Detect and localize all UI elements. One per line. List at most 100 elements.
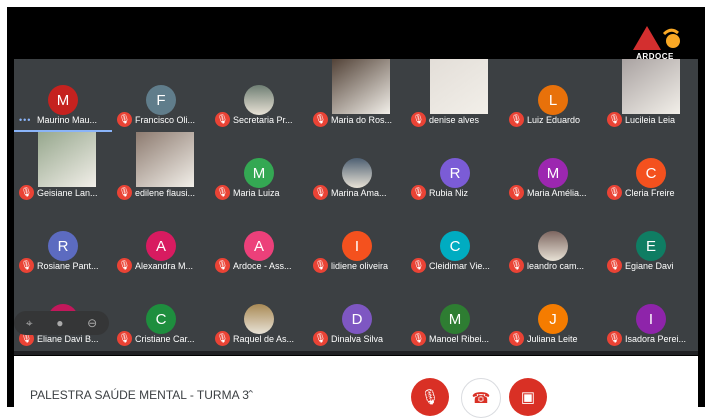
participant-avatar: J [538, 304, 568, 334]
participant-tile[interactable]: C 🎙 Cleidimar Vie... [406, 205, 504, 278]
participant-avatar: M [244, 158, 274, 188]
participant-tile[interactable]: 🎙 Raquel de As... [210, 278, 308, 351]
participant-tile[interactable]: C 🎙 Cristiane Car... [112, 278, 210, 351]
participant-name: Dinalva Silva [331, 334, 384, 344]
participant-tile[interactable]: 🎙 Marina Ama... [308, 132, 406, 205]
participant-tile[interactable]: J 🎙 Juliana Leite [504, 278, 602, 351]
participant-tile[interactable]: 🎙 Secretaria Pr... [210, 59, 308, 132]
participant-tile[interactable]: A 🎙 Ardoce - Ass... [210, 205, 308, 278]
muted-microphone-icon: 🎙 [411, 185, 426, 200]
participant-avatar: M [538, 158, 568, 188]
participant-name: Rubia Niz [429, 188, 469, 198]
participant-tile[interactable]: R 🎙 Rubia Niz [406, 132, 504, 205]
camera-off-button[interactable]: ▣ [509, 378, 547, 416]
muted-microphone-icon: 🎙 [215, 258, 230, 273]
muted-microphone-icon: 🎙 [607, 331, 622, 346]
participant-name: Egiane Davi [625, 261, 674, 271]
muted-microphone-icon: 🎙 [509, 185, 524, 200]
participant-tile[interactable]: E🎙Eliane Davi B...⌖●⊖ [14, 278, 112, 351]
participant-name: Luiz Eduardo [527, 115, 581, 125]
more-options-icon[interactable]: ••• [19, 115, 31, 125]
participant-name: Maria do Ros... [331, 115, 393, 125]
participant-name: Alexandra M... [135, 261, 194, 271]
muted-microphone-icon: 🎙 [215, 112, 230, 127]
participant-tile[interactable]: 🎙 Lucileia Leia [602, 59, 698, 132]
muted-microphone-icon: 🎙 [19, 258, 34, 273]
participant-avatar: C [440, 231, 470, 261]
participant-tile[interactable]: I 🎙 Isadora Perei... [602, 278, 698, 351]
participant-tile[interactable]: D 🎙 Dinalva Silva [308, 278, 406, 351]
participant-tile[interactable]: E 🎙 Egiane Davi [602, 205, 698, 278]
participant-tile[interactable]: 🎙 denise alves [406, 59, 504, 132]
participant-name: Maria Amélia... [527, 188, 587, 198]
muted-microphone-icon: 🎙 [411, 258, 426, 273]
participant-tile[interactable]: C 🎙 Cleria Freire [602, 132, 698, 205]
microphone-off-button[interactable]: 🎙 [411, 378, 449, 416]
participant-video [136, 132, 194, 187]
participant-tile[interactable]: M 🎙 Maria Luiza [210, 132, 308, 205]
overlay-avatar-icon: ● [56, 316, 64, 330]
top-band [14, 14, 698, 59]
participant-name: Geisiane Lan... [37, 188, 98, 198]
participant-name: denise alves [429, 115, 480, 125]
participant-tile[interactable]: I 🎙 lidiene oliveira [308, 205, 406, 278]
muted-microphone-icon: 🎙 [607, 185, 622, 200]
muted-microphone-icon: 🎙 [509, 112, 524, 127]
participant-name: Cristiane Car... [135, 334, 195, 344]
muted-microphone-icon: 🎙 [509, 331, 524, 346]
participant-avatar: I [342, 231, 372, 261]
participant-video [430, 59, 488, 114]
meeting-toolbar: PALESTRA SAÚDE MENTAL - TURMA 3 ⌃ 🎙 ☎ ▣ [14, 356, 698, 418]
muted-microphone-icon: 🎙 [117, 331, 132, 346]
participant-name: Raquel de As... [233, 334, 295, 344]
participant-tile[interactable]: 🎙 leandro cam... [504, 205, 602, 278]
participant-tile[interactable]: M ••• Maurino Mau... [14, 59, 112, 132]
participant-tile[interactable]: M 🎙 Maria Amélia... [504, 132, 602, 205]
participant-name: Maria Luiza [233, 188, 280, 198]
participant-tile[interactable]: A 🎙 Alexandra M... [112, 205, 210, 278]
participant-name: Maurino Mau... [37, 115, 98, 125]
chevron-up-icon[interactable]: ⌃ [246, 388, 255, 401]
ardoce-logo: ARDOCE [624, 24, 686, 64]
participant-tile[interactable]: 🎙 Geisiane Lan... [14, 132, 112, 205]
participant-name: Lucileia Leia [625, 115, 676, 125]
meeting-grid: ARDOCE M ••• Maurino Mau... F 🎙 Francisco Oli… [14, 14, 698, 355]
participant-avatar: M [440, 304, 470, 334]
participant-tile[interactable]: 🎙 Maria do Ros... [308, 59, 406, 132]
participant-tile[interactable]: 🎙 edilene flausi... [112, 132, 210, 205]
participant-avatar: A [146, 231, 176, 261]
muted-microphone-icon: 🎙 [313, 112, 328, 127]
pin-icon[interactable]: ⌖ [26, 316, 33, 331]
participant-tile[interactable]: R 🎙 Rosiane Pant... [14, 205, 112, 278]
leave-call-button[interactable]: ☎ [461, 378, 501, 418]
muted-microphone-icon: 🎙 [117, 185, 132, 200]
participant-name: Cleria Freire [625, 188, 675, 198]
muted-microphone-icon: 🎙 [313, 185, 328, 200]
participant-name: leandro cam... [527, 261, 585, 271]
minus-circle-icon[interactable]: ⊖ [87, 316, 97, 330]
muted-microphone-icon: 🎙 [117, 258, 132, 273]
participant-tile[interactable]: L 🎙 Luiz Eduardo [504, 59, 602, 132]
participant-photo [244, 304, 274, 334]
muted-microphone-icon: 🎙 [411, 112, 426, 127]
participant-photo [244, 85, 274, 115]
participant-avatar: D [342, 304, 372, 334]
participant-avatar: I [636, 304, 666, 334]
participant-name: Marina Ama... [331, 188, 387, 198]
muted-microphone-icon: 🎙 [117, 112, 132, 127]
muted-microphone-icon: 🎙 [313, 258, 328, 273]
muted-microphone-icon: 🎙 [509, 258, 524, 273]
camera-off-icon: ▣ [520, 389, 536, 406]
participant-tile[interactable]: F 🎙 Francisco Oli... [112, 59, 210, 132]
participant-name: Isadora Perei... [625, 334, 687, 344]
muted-microphone-icon: 🎙 [215, 185, 230, 200]
participant-video [38, 132, 96, 187]
participant-photo [538, 231, 568, 261]
participant-name: Manoel Ribei... [429, 334, 490, 344]
participant-name: Secretaria Pr... [233, 115, 293, 125]
participant-avatar: C [636, 158, 666, 188]
participant-name: Francisco Oli... [135, 115, 196, 125]
participant-name: lidiene oliveira [331, 261, 389, 271]
participant-name: Cleidimar Vie... [429, 261, 490, 271]
participant-tile[interactable]: M 🎙 Manoel Ribei... [406, 278, 504, 351]
